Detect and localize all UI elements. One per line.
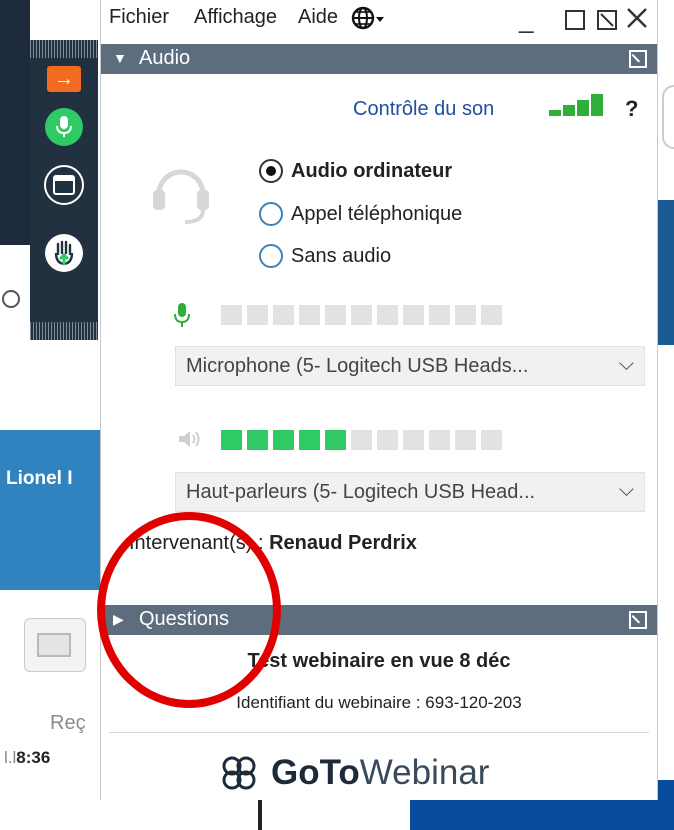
microphone-select[interactable]: Microphone (5- Logitech USB Heads... ⌵ bbox=[175, 346, 645, 386]
audio-section-header[interactable]: ▼ Audio bbox=[101, 44, 657, 74]
minimize-button[interactable]: _ bbox=[519, 4, 533, 35]
popout-icon[interactable] bbox=[629, 50, 647, 68]
close-button[interactable] bbox=[625, 6, 649, 35]
background-name-fragment: Lionel I bbox=[6, 468, 73, 489]
radio-selected[interactable] bbox=[259, 159, 283, 183]
option-phone-call[interactable]: Appel téléphonique bbox=[259, 199, 462, 229]
background-blue-band: Lionel I bbox=[0, 430, 100, 590]
raise-hand-button[interactable] bbox=[39, 230, 89, 276]
strip-grip-top[interactable] bbox=[30, 40, 98, 58]
audio-header-label: Audio bbox=[139, 47, 191, 69]
menu-view[interactable]: Affichage bbox=[194, 6, 277, 29]
envelope-icon bbox=[37, 633, 71, 657]
collapse-triangle-icon: ▼ bbox=[113, 50, 127, 66]
microphone-toggle-button[interactable] bbox=[39, 104, 89, 150]
divider bbox=[109, 732, 649, 733]
logo-goto: GoTo bbox=[271, 753, 360, 792]
sound-check-link[interactable]: Contrôle du son bbox=[353, 98, 494, 121]
radio-unselected[interactable] bbox=[259, 202, 283, 226]
radio-unselected[interactable] bbox=[259, 244, 283, 268]
option-no-audio-label: Sans audio bbox=[291, 244, 392, 267]
signal-bars-icon bbox=[549, 94, 603, 116]
background-bottom-blue bbox=[410, 795, 658, 830]
menu-file[interactable]: Fichier bbox=[109, 6, 169, 29]
background-cursor-icon bbox=[2, 290, 20, 308]
microphone-select-value: Microphone (5- Logitech USB Heads... bbox=[186, 355, 529, 377]
control-strip: → bbox=[30, 40, 98, 340]
option-no-audio[interactable]: Sans audio bbox=[259, 241, 391, 271]
background-right-blue-bottom bbox=[658, 780, 674, 830]
option-computer-audio-label: Audio ordinateur bbox=[291, 159, 453, 182]
background-bottom-bar bbox=[258, 795, 262, 830]
chevron-down-icon: ⌵ bbox=[618, 479, 634, 501]
gotowebinar-logo: GoTo Webinar bbox=[217, 748, 489, 798]
headset-icon bbox=[147, 160, 215, 228]
microphone-level-meter bbox=[221, 305, 502, 325]
microphone-level-icon bbox=[173, 302, 191, 335]
logo-webinar: Webinar bbox=[359, 753, 490, 792]
background-mail-button[interactable] bbox=[24, 618, 86, 672]
presenter-name: Renaud Perdrix bbox=[269, 532, 417, 554]
option-phone-call-label: Appel téléphonique bbox=[291, 202, 463, 225]
screen-view-button[interactable] bbox=[39, 162, 89, 208]
collapse-panel-button[interactable]: → bbox=[39, 64, 89, 94]
gotowebinar-flower-icon bbox=[222, 756, 256, 790]
menu-bar: Fichier Affichage Aide _ bbox=[101, 0, 657, 40]
restore-button[interactable] bbox=[597, 10, 617, 30]
speaker-level-meter bbox=[221, 430, 502, 450]
background-right-blue bbox=[658, 200, 674, 345]
arrow-right-icon: → bbox=[47, 66, 81, 92]
help-button[interactable]: ? bbox=[625, 96, 638, 122]
menu-help[interactable]: Aide bbox=[298, 6, 338, 29]
speaker-icon bbox=[177, 428, 203, 455]
background-dark-panel bbox=[0, 0, 30, 245]
background-time-value: 8:36 bbox=[16, 748, 51, 767]
chevron-down-icon: ⌵ bbox=[618, 353, 634, 375]
background-time: l.l8:36 bbox=[4, 748, 50, 768]
background-time-prefix: l.l bbox=[4, 748, 17, 767]
speaker-select-value: Haut-parleurs (5- Logitech USB Head... bbox=[186, 481, 536, 503]
option-computer-audio[interactable]: Audio ordinateur bbox=[259, 156, 452, 186]
speaker-select[interactable]: Haut-parleurs (5- Logitech USB Head... ⌵ bbox=[175, 472, 645, 512]
strip-grip-bottom[interactable] bbox=[30, 322, 98, 340]
red-annotation-circle bbox=[97, 512, 281, 708]
background-rec-fragment: Reç bbox=[50, 712, 86, 734]
raise-hand-icon bbox=[45, 234, 83, 272]
window-icon bbox=[44, 165, 84, 205]
language-globe-icon[interactable] bbox=[351, 6, 385, 35]
maximize-button[interactable] bbox=[565, 10, 585, 30]
popout-icon[interactable] bbox=[629, 611, 647, 629]
microphone-icon bbox=[45, 108, 83, 146]
background-round-button[interactable] bbox=[662, 85, 674, 149]
